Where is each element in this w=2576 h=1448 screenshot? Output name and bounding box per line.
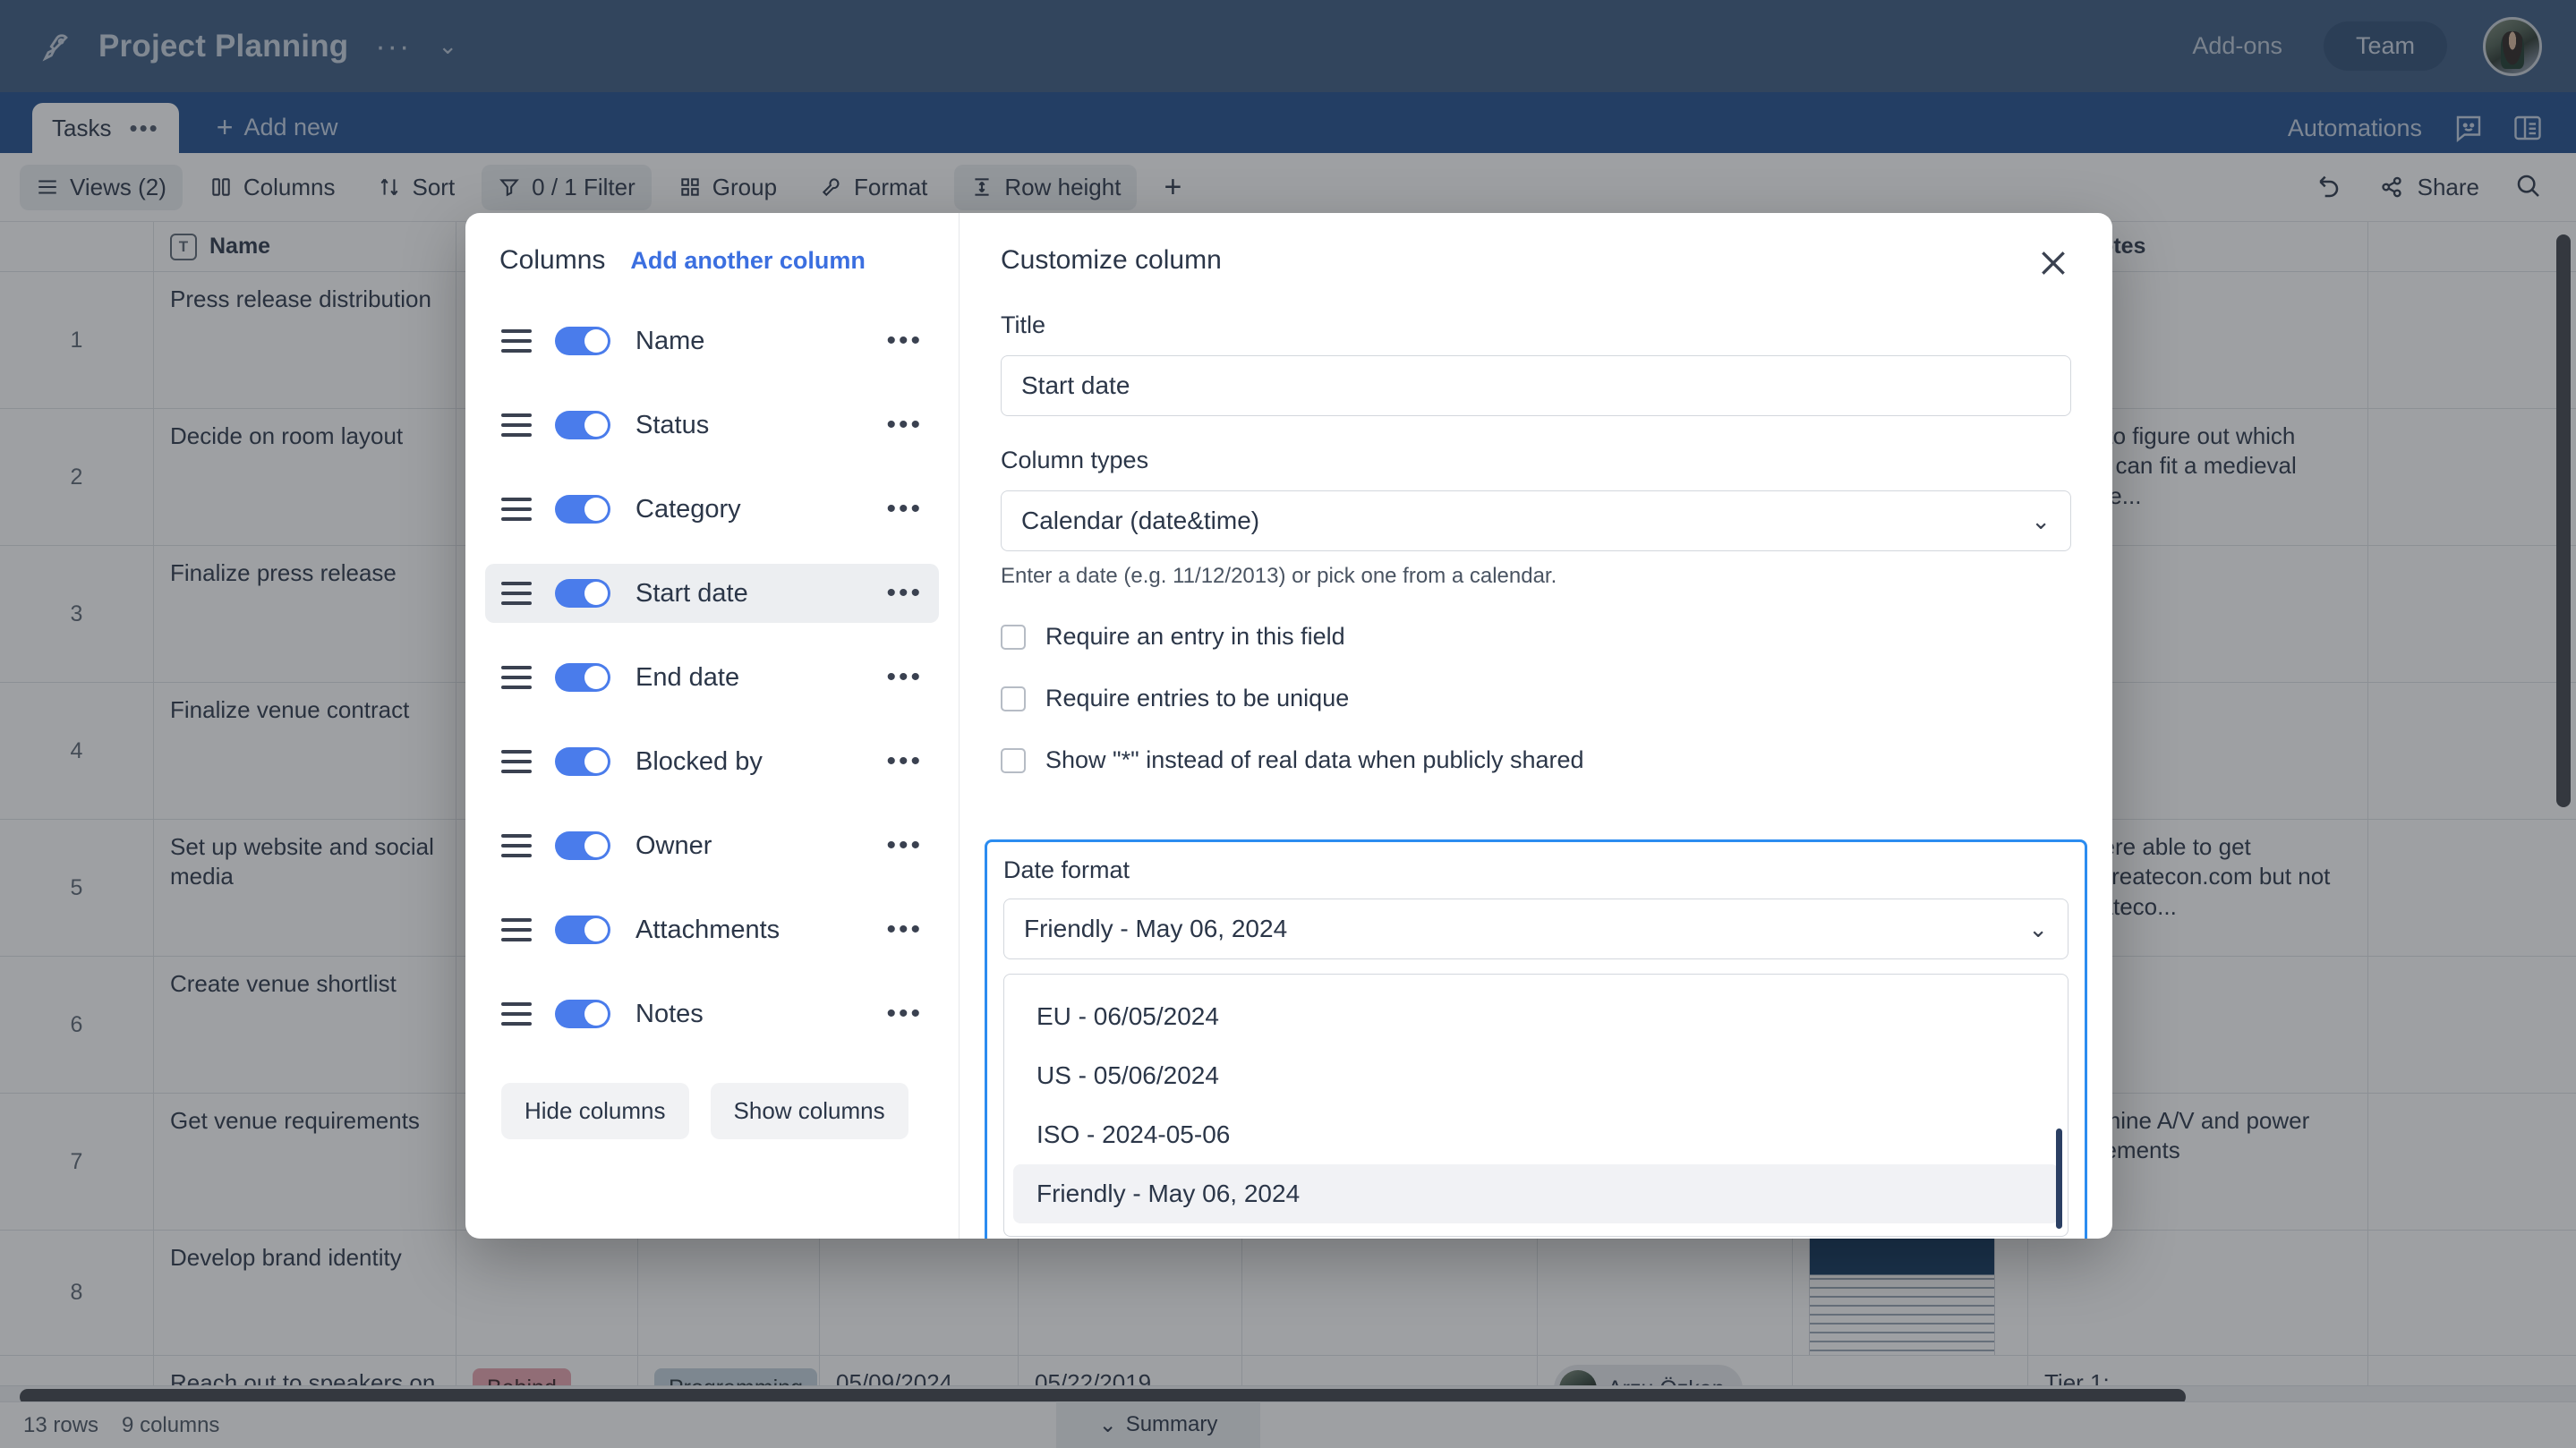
column-list-item-notes[interactable]: Notes ••• xyxy=(485,984,939,1043)
unique-entries-checkbox-row[interactable]: Require entries to be unique xyxy=(1001,685,2071,712)
column-type-value: Calendar (date&time) xyxy=(1021,507,1260,534)
show-columns-button[interactable]: Show columns xyxy=(710,1083,908,1139)
unique-entries-checkbox[interactable] xyxy=(1001,686,1026,711)
drag-handle-icon[interactable] xyxy=(501,666,532,689)
date-format-value: Friendly - May 06, 2024 xyxy=(1024,915,1288,942)
date-format-options-list: EU - 06/05/2024 US - 05/06/2024 ISO - 20… xyxy=(1003,974,2068,1237)
column-type-hint: Enter a date (e.g. 11/12/2013) or pick o… xyxy=(1001,564,1557,588)
drag-handle-icon[interactable] xyxy=(501,750,532,773)
date-format-option-friendly[interactable]: Friendly - May 06, 2024 xyxy=(1013,1164,2059,1223)
chevron-down-icon: ⌄ xyxy=(2028,915,2048,942)
column-visibility-toggle[interactable] xyxy=(555,411,610,439)
title-input-value: Start date xyxy=(1021,371,1130,399)
column-item-label: Blocked by xyxy=(635,746,763,776)
drag-handle-icon[interactable] xyxy=(501,329,532,353)
customize-column-header: Customize column xyxy=(1001,245,2071,281)
column-list-item-name[interactable]: Name ••• xyxy=(485,311,939,371)
column-item-label: Start date xyxy=(635,578,748,608)
column-item-more-button[interactable]: ••• xyxy=(886,412,923,439)
mask-data-label: Show "*" instead of real data when publi… xyxy=(1045,746,1584,773)
column-visibility-toggle[interactable] xyxy=(555,1000,610,1028)
date-format-section: Date format Friendly - May 06, 2024 ⌄ EU… xyxy=(985,839,2087,1239)
column-visibility-toggle[interactable] xyxy=(555,579,610,608)
column-visibility-toggle[interactable] xyxy=(555,747,610,776)
column-item-more-button[interactable]: ••• xyxy=(886,580,923,607)
title-input[interactable]: Start date xyxy=(1001,355,2071,416)
columns-list: Name ••• Status ••• Category ••• Start d… xyxy=(465,311,959,1069)
column-types-label: Column types xyxy=(1001,447,1149,473)
column-list-item-category[interactable]: Category ••• xyxy=(485,480,939,539)
column-list-item-status[interactable]: Status ••• xyxy=(485,396,939,455)
date-format-select[interactable]: Friendly - May 06, 2024 ⌄ xyxy=(1003,899,2068,959)
require-entry-checkbox[interactable] xyxy=(1001,624,1026,650)
drag-handle-icon[interactable] xyxy=(501,834,532,857)
require-entry-checkbox-row[interactable]: Require an entry in this field xyxy=(1001,623,2071,651)
column-list-item-attachments[interactable]: Attachments ••• xyxy=(485,900,939,959)
column-item-more-button[interactable]: ••• xyxy=(886,496,923,523)
customize-column-panel: Customize column Title Start date Column… xyxy=(960,213,2112,1239)
mask-data-checkbox[interactable] xyxy=(1001,747,1026,773)
drag-handle-icon[interactable] xyxy=(501,413,532,437)
app-root: Project Planning ··· ⌄ Add-ons Team Task… xyxy=(0,0,2576,1448)
column-item-more-button[interactable]: ••• xyxy=(886,748,923,775)
unique-entries-label: Require entries to be unique xyxy=(1045,685,1350,711)
column-item-more-button[interactable]: ••• xyxy=(886,1001,923,1027)
drag-handle-icon[interactable] xyxy=(501,918,532,941)
drag-handle-icon[interactable] xyxy=(501,582,532,605)
column-item-more-button[interactable]: ••• xyxy=(886,328,923,354)
columns-panel: Columns Add another column Name ••• Stat… xyxy=(465,213,960,1239)
columns-panel-header: Columns Add another column xyxy=(465,245,959,276)
drag-handle-icon[interactable] xyxy=(501,1002,532,1026)
column-item-more-button[interactable]: ••• xyxy=(886,832,923,859)
title-field-label: Title xyxy=(1001,311,1046,338)
column-item-label: Owner xyxy=(635,830,712,860)
column-visibility-toggle[interactable] xyxy=(555,495,610,524)
dropdown-scrollbar[interactable] xyxy=(2056,1129,2062,1229)
column-list-item-end-date[interactable]: End date ••• xyxy=(485,648,939,707)
page-title: Customize column xyxy=(1001,245,1222,275)
column-item-label: Name xyxy=(635,326,705,355)
column-visibility-toggle[interactable] xyxy=(555,831,610,860)
date-format-option-iso[interactable]: ISO - 2024-05-06 xyxy=(1013,1105,2059,1164)
column-item-more-button[interactable]: ••• xyxy=(886,916,923,943)
date-format-option-us[interactable]: US - 05/06/2024 xyxy=(1013,1046,2059,1105)
chevron-down-icon: ⌄ xyxy=(2031,507,2051,534)
column-visibility-toggle[interactable] xyxy=(555,663,610,692)
date-format-option-eu[interactable]: EU - 06/05/2024 xyxy=(1013,987,2059,1046)
column-list-item-blocked-by[interactable]: Blocked by ••• xyxy=(485,732,939,791)
column-item-label: Status xyxy=(635,410,710,439)
column-item-more-button[interactable]: ••• xyxy=(886,664,923,691)
drag-handle-icon[interactable] xyxy=(501,498,532,521)
mask-data-checkbox-row[interactable]: Show "*" instead of real data when publi… xyxy=(1001,746,2071,774)
columns-panel-title: Columns xyxy=(499,245,606,275)
columns-panel-actions: Hide columns Show columns xyxy=(465,1069,959,1139)
close-icon[interactable] xyxy=(2035,245,2071,281)
customize-column-modal: Columns Add another column Name ••• Stat… xyxy=(465,213,2112,1239)
column-type-select[interactable]: Calendar (date&time) ⌄ xyxy=(1001,490,2071,551)
column-item-label: End date xyxy=(635,662,740,692)
column-item-label: Notes xyxy=(635,999,704,1028)
column-item-label: Attachments xyxy=(635,915,780,944)
date-format-label: Date format xyxy=(1003,856,1130,883)
column-item-label: Category xyxy=(635,494,741,524)
add-another-column-link[interactable]: Add another column xyxy=(630,247,866,275)
column-visibility-toggle[interactable] xyxy=(555,916,610,944)
hide-columns-button[interactable]: Hide columns xyxy=(501,1083,689,1139)
column-list-item-start-date[interactable]: Start date ••• xyxy=(485,564,939,623)
column-list-item-owner[interactable]: Owner ••• xyxy=(485,816,939,875)
column-visibility-toggle[interactable] xyxy=(555,327,610,355)
require-entry-label: Require an entry in this field xyxy=(1045,623,1345,650)
